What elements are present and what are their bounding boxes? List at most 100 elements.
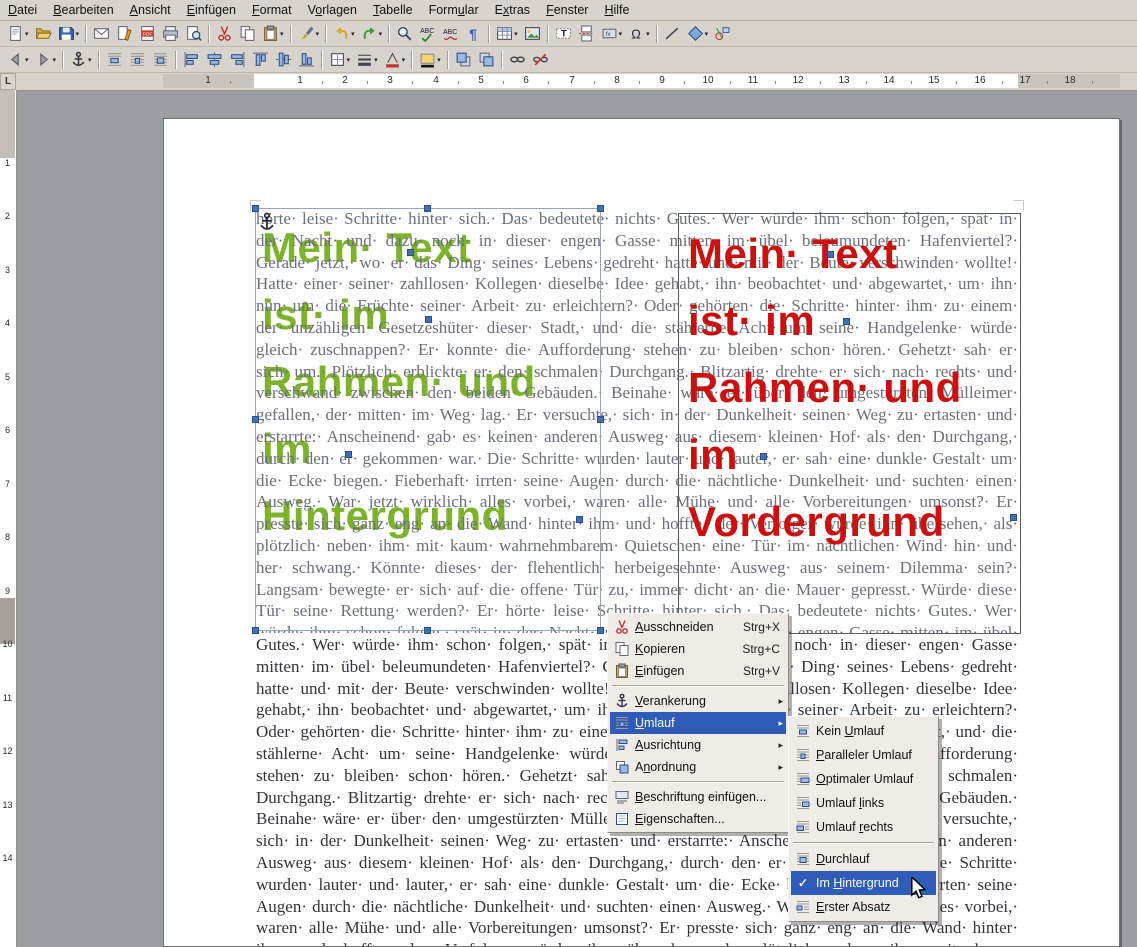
menu-ansicht[interactable]: Ansicht	[122, 2, 179, 19]
show-draw-functions-button[interactable]	[711, 22, 734, 46]
center-horizontal-button[interactable]	[203, 48, 226, 72]
dropdown-arrow-icon[interactable]: ▾	[53, 56, 57, 64]
selection-handle[interactable]	[760, 453, 767, 460]
wrap-none-button[interactable]	[103, 48, 126, 72]
page-break-button[interactable]	[575, 22, 598, 46]
vertical-ruler[interactable]: 1234567891011121314	[0, 90, 17, 947]
menu-bearbeiten[interactable]: Bearbeiten	[45, 2, 121, 19]
dropdown-arrow-icon[interactable]: ▾	[374, 56, 378, 64]
wrap-parallel-button[interactable]	[126, 48, 149, 72]
autospell-button[interactable]: ABC	[439, 22, 462, 46]
selection-handle[interactable]	[843, 318, 850, 325]
dropdown-arrow-icon[interactable]: ▾	[437, 56, 441, 64]
table-button[interactable]: ▾	[493, 22, 521, 46]
borders-button[interactable]: ▾	[326, 48, 354, 72]
edit-file-button[interactable]	[113, 22, 136, 46]
text-box-button[interactable]: T	[552, 22, 575, 46]
print-preview-button[interactable]	[182, 22, 205, 46]
selection-handle[interactable]	[252, 627, 259, 634]
open-button[interactable]	[32, 22, 55, 46]
menu-datei[interactable]: Datei	[0, 2, 45, 19]
border-style-button[interactable]: ▾	[353, 48, 381, 72]
border-color-button[interactable]: ▾	[381, 48, 409, 72]
bring-to-front-button[interactable]	[452, 48, 475, 72]
selection-handle[interactable]	[597, 205, 604, 212]
menu-item-ausrichtung[interactable]: Ausrichtung▸	[610, 734, 786, 756]
email-button[interactable]	[90, 22, 113, 46]
align-top-button[interactable]	[249, 48, 272, 72]
align-left-button[interactable]	[180, 48, 203, 72]
spelling-button[interactable]: ABC	[416, 22, 439, 46]
basic-shapes-button[interactable]: ▾	[684, 22, 712, 46]
clone-formatting-button[interactable]: ▾	[295, 22, 323, 46]
menu-vorlagen[interactable]: Vorlagen	[300, 2, 365, 19]
selected-frame-border[interactable]	[255, 208, 601, 631]
selection-handle[interactable]	[1010, 514, 1017, 521]
link-frames-button[interactable]	[506, 48, 529, 72]
selection-handle[interactable]	[425, 316, 432, 323]
dropdown-arrow-icon[interactable]: ▾	[316, 30, 320, 38]
center-vertical-button[interactable]	[272, 48, 295, 72]
selection-handle[interactable]	[576, 516, 583, 523]
dropdown-arrow-icon[interactable]: ▾	[619, 30, 623, 38]
foreground-frame-border[interactable]	[678, 213, 1021, 634]
dropdown-arrow-icon[interactable]: ▾	[25, 56, 29, 64]
send-to-back-button[interactable]	[475, 48, 498, 72]
undo-button[interactable]: ▾	[330, 22, 358, 46]
selection-handle[interactable]	[424, 205, 431, 212]
redo-button[interactable]: ▾	[358, 22, 386, 46]
horizontal-ruler[interactable]: 1123456789101112131415161718	[16, 73, 1137, 91]
menu-tabelle[interactable]: Tabelle	[365, 2, 421, 19]
menu-format[interactable]: Format	[244, 2, 300, 19]
print-button[interactable]	[159, 22, 182, 46]
dropdown-arrow-icon[interactable]: ▾	[25, 30, 29, 38]
selection-handle[interactable]	[597, 416, 604, 423]
menu-item-umlauf[interactable]: Umlauf▸	[610, 712, 786, 734]
selection-handle[interactable]	[252, 205, 259, 212]
selection-handle[interactable]	[827, 251, 834, 258]
frame-anchor-icon[interactable]	[258, 212, 276, 239]
field-button[interactable]: fx▾	[598, 22, 626, 46]
selection-handle[interactable]	[424, 627, 431, 634]
menu-item-einfügen[interactable]: EinfügenStrg+V	[610, 660, 786, 682]
dropdown-arrow-icon[interactable]: ▾	[347, 56, 351, 64]
dropdown-arrow-icon[interactable]: ▾	[88, 56, 92, 64]
cut-button[interactable]	[213, 22, 236, 46]
dropdown-arrow-icon[interactable]: ▾	[351, 30, 355, 38]
menu-item-paralleler-umlauf[interactable]: Paralleler Umlauf	[791, 743, 936, 767]
selection-handle[interactable]	[407, 249, 414, 256]
menu-item-optimaler-umlauf[interactable]: Optimaler Umlauf	[791, 767, 936, 791]
special-character-button[interactable]: Ω▾	[625, 22, 653, 46]
menu-item-umlauf-rechts[interactable]: Umlauf rechts	[791, 815, 936, 839]
background-color-button[interactable]: ▾	[416, 48, 444, 72]
dropdown-arrow-icon[interactable]: ▾	[514, 30, 518, 38]
copy-button[interactable]	[236, 22, 259, 46]
menu-item-umlauf-links[interactable]: Umlauf links	[791, 791, 936, 815]
forward-button[interactable]: ▾	[32, 48, 60, 72]
image-button[interactable]	[521, 22, 544, 46]
dropdown-arrow-icon[interactable]: ▾	[402, 56, 406, 64]
export-pdf-button[interactable]: PDF	[136, 22, 159, 46]
selection-handle[interactable]	[252, 416, 259, 423]
menu-item-durchlauf[interactable]: Durchlauf	[791, 847, 936, 871]
menu-item-eigenschaften[interactable]: Eigenschaften...	[610, 808, 786, 830]
unlink-frames-button[interactable]	[529, 48, 552, 72]
menu-formular[interactable]: Formular	[421, 2, 487, 19]
menu-item-kopieren[interactable]: KopierenStrg+C	[610, 638, 786, 660]
dropdown-arrow-icon[interactable]: ▾	[379, 30, 383, 38]
new-document-button[interactable]: ▾	[4, 22, 32, 46]
selection-handle[interactable]	[345, 451, 352, 458]
find-replace-button[interactable]	[393, 22, 416, 46]
menu-hilfe[interactable]: Hilfe	[596, 2, 637, 19]
anchor-button[interactable]: ▾	[67, 48, 95, 72]
dropdown-arrow-icon[interactable]: ▾	[280, 30, 284, 38]
save-button[interactable]: ▾	[55, 22, 83, 46]
menu-fenster[interactable]: Fenster	[538, 2, 596, 19]
dropdown-arrow-icon[interactable]: ▾	[705, 30, 709, 38]
menu-item-ausschneiden[interactable]: AusschneidenStrg+X	[610, 616, 786, 638]
menu-item-verankerung[interactable]: Verankerung▸	[610, 690, 786, 712]
align-right-button[interactable]	[226, 48, 249, 72]
formatting-marks-button[interactable]: ¶	[462, 22, 485, 46]
menu-item-beschriftung-einfügen[interactable]: Beschriftung einfügen...	[610, 786, 786, 808]
menu-item-anordnung[interactable]: Anordnung▸	[610, 756, 786, 778]
